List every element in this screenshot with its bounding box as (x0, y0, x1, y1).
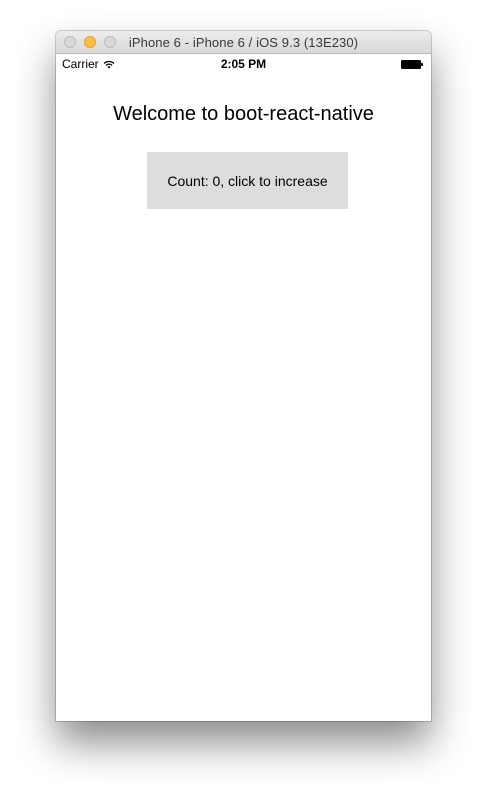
app-screen: Welcome to boot-react-native Count: 0, c… (56, 74, 431, 721)
screenshot-stage: iPhone 6 - iPhone 6 / iOS 9.3 (13E230) C… (0, 0, 487, 801)
window-title: iPhone 6 - iPhone 6 / iOS 9.3 (13E230) (128, 34, 359, 50)
increase-count-button[interactable]: Count: 0, click to increase (147, 152, 348, 209)
battery-icon (401, 59, 423, 69)
carrier-label: Carrier (62, 57, 99, 71)
carrier-indicator: Carrier (62, 57, 115, 71)
wifi-icon (103, 60, 115, 69)
close-window-button[interactable] (64, 36, 76, 48)
welcome-heading: Welcome to boot-react-native (113, 103, 374, 125)
simulator-window: iPhone 6 - iPhone 6 / iOS 9.3 (13E230) C… (56, 31, 431, 721)
window-titlebar[interactable]: iPhone 6 - iPhone 6 / iOS 9.3 (13E230) (56, 31, 431, 54)
window-controls (64, 36, 116, 48)
minimize-window-button[interactable] (84, 36, 96, 48)
zoom-window-button[interactable] (104, 36, 116, 48)
ios-status-bar: Carrier 2:05 PM (56, 54, 431, 74)
